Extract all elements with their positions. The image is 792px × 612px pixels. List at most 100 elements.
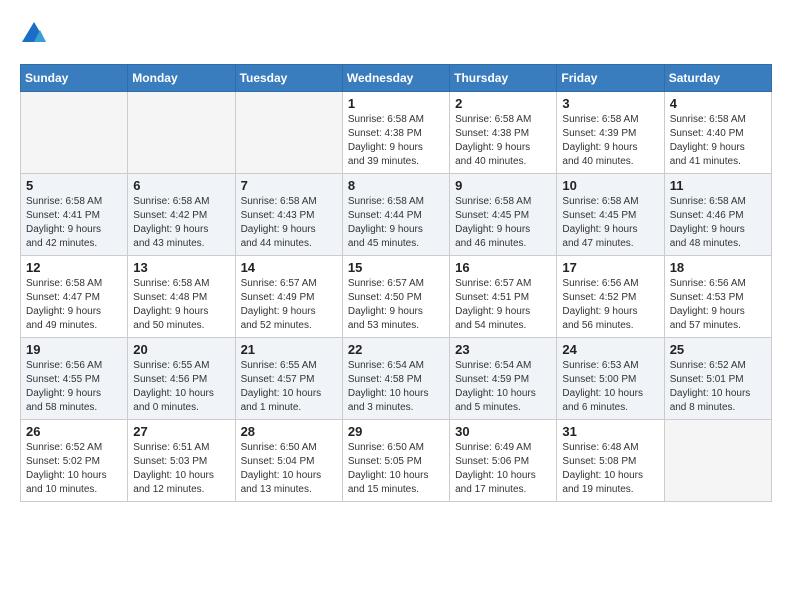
day-info: Sunrise: 6:58 AM Sunset: 4:41 PM Dayligh… (26, 195, 122, 251)
day-info: Sunrise: 6:56 AM Sunset: 4:55 PM Dayligh… (26, 359, 122, 415)
day-number: 28 (241, 424, 337, 439)
day-number: 25 (670, 342, 766, 357)
day-number: 19 (26, 342, 122, 357)
calendar-cell: 28 Sunrise: 6:50 AM Sunset: 5:04 PM Dayli… (235, 420, 342, 502)
calendar-week-row: 19 Sunrise: 6:56 AM Sunset: 4:55 PM Dayli… (21, 338, 772, 420)
day-number: 1 (348, 96, 444, 111)
calendar-cell: 17 Sunrise: 6:56 AM Sunset: 4:52 PM Dayli… (557, 256, 664, 338)
calendar-cell: 31Sunrise: 6:48 AM Sunset: 5:08 PM Dayli… (557, 420, 664, 502)
day-info: Sunrise: 6:58 AM Sunset: 4:40 PM Dayligh… (670, 113, 766, 169)
calendar-cell: 30 Sunrise: 6:49 AM Sunset: 5:06 PM Dayli… (450, 420, 557, 502)
day-info: Sunrise: 6:53 AM Sunset: 5:00 PM Dayligh… (562, 359, 658, 415)
day-number: 23 (455, 342, 551, 357)
calendar-table: SundayMondayTuesdayWednesdayThursdayFrid… (20, 64, 772, 502)
weekday-header-saturday: Saturday (664, 65, 771, 92)
day-info: Sunrise: 6:52 AM Sunset: 5:01 PM Dayligh… (670, 359, 766, 415)
calendar-cell: 7Sunrise: 6:58 AM Sunset: 4:43 PM Daylig… (235, 174, 342, 256)
day-number: 13 (133, 260, 229, 275)
calendar-week-row: 5 Sunrise: 6:58 AM Sunset: 4:41 PM Daylig… (21, 174, 772, 256)
day-info: Sunrise: 6:56 AM Sunset: 4:52 PM Dayligh… (562, 277, 658, 333)
calendar-cell: 21Sunrise: 6:55 AM Sunset: 4:57 PM Dayli… (235, 338, 342, 420)
day-number: 20 (133, 342, 229, 357)
calendar-cell: 1 Sunrise: 6:58 AM Sunset: 4:38 PM Daylig… (342, 92, 449, 174)
day-info: Sunrise: 6:51 AM Sunset: 5:03 PM Dayligh… (133, 441, 229, 497)
day-info: Sunrise: 6:58 AM Sunset: 4:45 PM Dayligh… (562, 195, 658, 251)
calendar-cell: 5 Sunrise: 6:58 AM Sunset: 4:41 PM Daylig… (21, 174, 128, 256)
calendar-cell: 15 Sunrise: 6:57 AM Sunset: 4:50 PM Dayli… (342, 256, 449, 338)
day-number: 29 (348, 424, 444, 439)
day-number: 26 (26, 424, 122, 439)
day-number: 27 (133, 424, 229, 439)
day-info: Sunrise: 6:57 AM Sunset: 4:50 PM Dayligh… (348, 277, 444, 333)
calendar-cell: 26 Sunrise: 6:52 AM Sunset: 5:02 PM Dayli… (21, 420, 128, 502)
day-number: 9 (455, 178, 551, 193)
day-info: Sunrise: 6:57 AM Sunset: 4:49 PM Dayligh… (241, 277, 337, 333)
calendar-cell: 9Sunrise: 6:58 AM Sunset: 4:45 PM Daylig… (450, 174, 557, 256)
day-info: Sunrise: 6:58 AM Sunset: 4:38 PM Dayligh… (455, 113, 551, 169)
day-info: Sunrise: 6:58 AM Sunset: 4:46 PM Dayligh… (670, 195, 766, 251)
weekday-header-tuesday: Tuesday (235, 65, 342, 92)
day-info: Sunrise: 6:48 AM Sunset: 5:08 PM Dayligh… (562, 441, 658, 497)
day-number: 2 (455, 96, 551, 111)
calendar-cell (664, 420, 771, 502)
day-info: Sunrise: 6:58 AM Sunset: 4:44 PM Dayligh… (348, 195, 444, 251)
calendar-cell: 13 Sunrise: 6:58 AM Sunset: 4:48 PM Dayli… (128, 256, 235, 338)
calendar-week-row: 26 Sunrise: 6:52 AM Sunset: 5:02 PM Dayli… (21, 420, 772, 502)
day-number: 24 (562, 342, 658, 357)
weekday-header-monday: Monday (128, 65, 235, 92)
page: SundayMondayTuesdayWednesdayThursdayFrid… (0, 0, 792, 512)
day-info: Sunrise: 6:58 AM Sunset: 4:43 PM Dayligh… (241, 195, 337, 251)
day-number: 12 (26, 260, 122, 275)
weekday-header-friday: Friday (557, 65, 664, 92)
calendar-cell: 16 Sunrise: 6:57 AM Sunset: 4:51 PM Dayli… (450, 256, 557, 338)
day-number: 21 (241, 342, 337, 357)
day-number: 30 (455, 424, 551, 439)
header (20, 20, 772, 48)
day-info: Sunrise: 6:50 AM Sunset: 5:04 PM Dayligh… (241, 441, 337, 497)
calendar-cell: 4 Sunrise: 6:58 AM Sunset: 4:40 PM Daylig… (664, 92, 771, 174)
day-info: Sunrise: 6:58 AM Sunset: 4:42 PM Dayligh… (133, 195, 229, 251)
calendar-week-row: 12 Sunrise: 6:58 AM Sunset: 4:47 PM Dayli… (21, 256, 772, 338)
calendar-cell: 25 Sunrise: 6:52 AM Sunset: 5:01 PM Dayli… (664, 338, 771, 420)
calendar-cell: 3Sunrise: 6:58 AM Sunset: 4:39 PM Daylig… (557, 92, 664, 174)
calendar-week-row: 1 Sunrise: 6:58 AM Sunset: 4:38 PM Daylig… (21, 92, 772, 174)
day-info: Sunrise: 6:58 AM Sunset: 4:48 PM Dayligh… (133, 277, 229, 333)
day-number: 15 (348, 260, 444, 275)
calendar-cell: 11 Sunrise: 6:58 AM Sunset: 4:46 PM Dayli… (664, 174, 771, 256)
weekday-header-row: SundayMondayTuesdayWednesdayThursdayFrid… (21, 65, 772, 92)
day-number: 5 (26, 178, 122, 193)
calendar-cell (235, 92, 342, 174)
day-number: 8 (348, 178, 444, 193)
day-info: Sunrise: 6:57 AM Sunset: 4:51 PM Dayligh… (455, 277, 551, 333)
day-info: Sunrise: 6:56 AM Sunset: 4:53 PM Dayligh… (670, 277, 766, 333)
day-number: 10 (562, 178, 658, 193)
calendar-cell: 6Sunrise: 6:58 AM Sunset: 4:42 PM Daylig… (128, 174, 235, 256)
day-info: Sunrise: 6:50 AM Sunset: 5:05 PM Dayligh… (348, 441, 444, 497)
calendar-cell: 18 Sunrise: 6:56 AM Sunset: 4:53 PM Dayli… (664, 256, 771, 338)
day-info: Sunrise: 6:58 AM Sunset: 4:39 PM Dayligh… (562, 113, 658, 169)
calendar-cell: 27 Sunrise: 6:51 AM Sunset: 5:03 PM Dayli… (128, 420, 235, 502)
weekday-header-sunday: Sunday (21, 65, 128, 92)
day-info: Sunrise: 6:58 AM Sunset: 4:47 PM Dayligh… (26, 277, 122, 333)
calendar-cell: 29 Sunrise: 6:50 AM Sunset: 5:05 PM Dayli… (342, 420, 449, 502)
day-info: Sunrise: 6:52 AM Sunset: 5:02 PM Dayligh… (26, 441, 122, 497)
calendar-cell (128, 92, 235, 174)
calendar-cell: 10 Sunrise: 6:58 AM Sunset: 4:45 PM Dayli… (557, 174, 664, 256)
calendar-cell: 24 Sunrise: 6:53 AM Sunset: 5:00 PM Dayli… (557, 338, 664, 420)
day-info: Sunrise: 6:49 AM Sunset: 5:06 PM Dayligh… (455, 441, 551, 497)
day-number: 18 (670, 260, 766, 275)
weekday-header-thursday: Thursday (450, 65, 557, 92)
day-number: 14 (241, 260, 337, 275)
calendar-cell: 20Sunrise: 6:55 AM Sunset: 4:56 PM Dayli… (128, 338, 235, 420)
day-info: Sunrise: 6:54 AM Sunset: 4:58 PM Dayligh… (348, 359, 444, 415)
weekday-header-wednesday: Wednesday (342, 65, 449, 92)
day-number: 16 (455, 260, 551, 275)
day-info: Sunrise: 6:58 AM Sunset: 4:38 PM Dayligh… (348, 113, 444, 169)
calendar-cell: 12 Sunrise: 6:58 AM Sunset: 4:47 PM Dayli… (21, 256, 128, 338)
calendar-cell: 8 Sunrise: 6:58 AM Sunset: 4:44 PM Daylig… (342, 174, 449, 256)
day-number: 11 (670, 178, 766, 193)
day-number: 17 (562, 260, 658, 275)
calendar-cell: 2 Sunrise: 6:58 AM Sunset: 4:38 PM Daylig… (450, 92, 557, 174)
day-number: 4 (670, 96, 766, 111)
logo (20, 20, 52, 48)
